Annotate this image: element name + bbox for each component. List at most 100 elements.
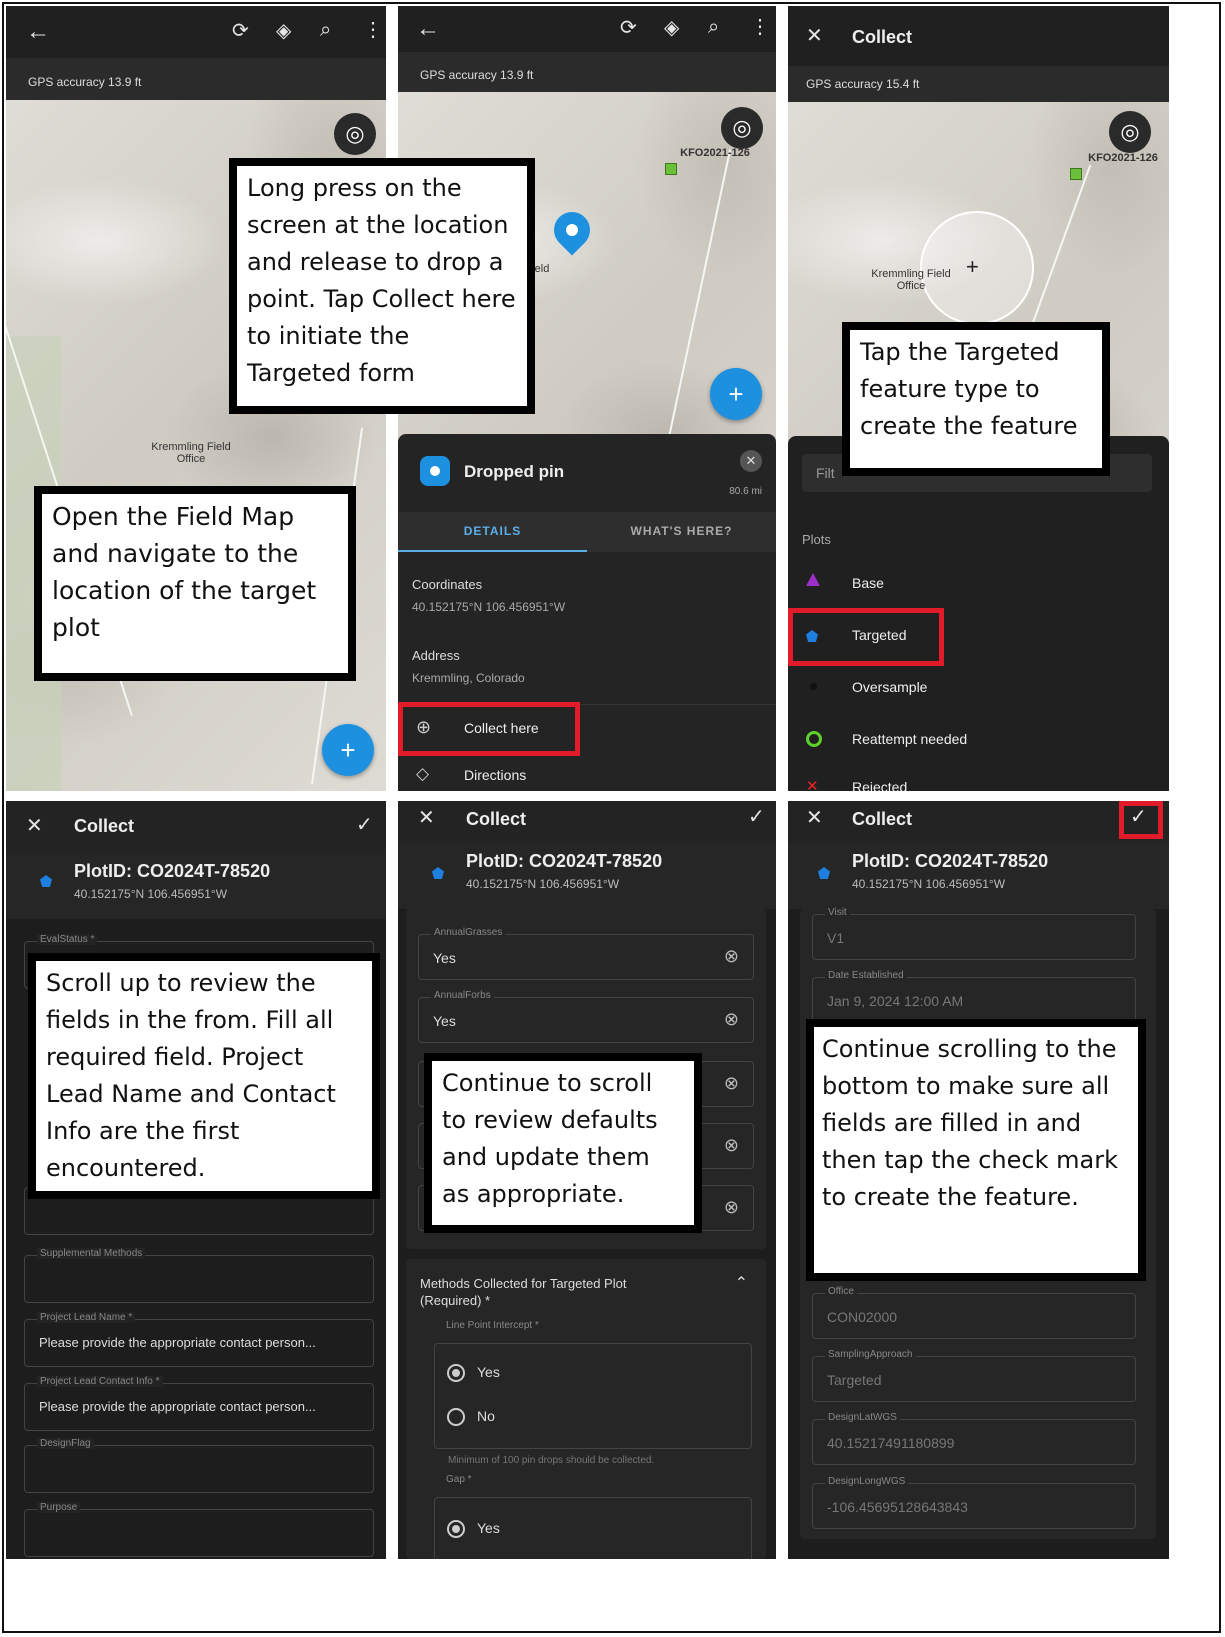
search-icon[interactable]: ⌕ — [708, 17, 719, 37]
field-date-established: Date Established Jan 9, 2024 12:00 AM — [812, 970, 1136, 1023]
top-app-bar: ✕ Collect ✓ — [788, 801, 1169, 837]
field-label: Date Established — [825, 970, 907, 981]
field-design-lat: DesignLatWGS 40.15217491180899 — [812, 1412, 1136, 1465]
gps-accuracy-text: GPS accuracy 15.4 ft — [806, 77, 920, 91]
plot-coordinates: 40.152175°N 106.456951°W — [466, 877, 620, 891]
highlight-check-mark — [1119, 801, 1163, 839]
radio-gap-yes[interactable]: Yes — [447, 1518, 647, 1542]
sync-icon[interactable]: ⟳ — [232, 21, 249, 41]
check-icon[interactable]: ✓ — [748, 807, 765, 827]
address-value: Kremmling, Colorado — [412, 671, 525, 685]
clear-icon[interactable]: ⊗ — [724, 946, 739, 967]
coordinates-label: Coordinates — [412, 577, 483, 592]
ring-icon — [806, 731, 822, 747]
field-label: AnnualGrasses — [431, 927, 506, 938]
more-options-icon[interactable]: ⋮ — [750, 17, 770, 37]
field-annual-forbs[interactable]: AnnualForbs Yes ⊗ — [418, 990, 754, 1043]
close-icon[interactable]: ✕ — [26, 816, 43, 836]
instruction-callout-dropped-pin: Long press on the screen at the location… — [229, 158, 535, 414]
type-item-oversample[interactable]: Oversample — [788, 668, 1169, 708]
map-label-office: Kremmling Field Office — [871, 268, 951, 292]
clear-icon[interactable]: ⊗ — [724, 1009, 739, 1030]
field-label: Visit — [825, 907, 850, 918]
chevron-up-icon[interactable]: ⌃ — [735, 1273, 748, 1293]
pentagon-icon — [40, 875, 52, 887]
pin-badge-icon — [420, 456, 450, 486]
locate-me-button[interactable]: ◎ — [1109, 111, 1151, 153]
field-value: V1 — [827, 930, 845, 946]
field-value: Jan 9, 2024 12:00 AM — [827, 993, 964, 1009]
directions-label: Directions — [464, 767, 527, 783]
field-purpose[interactable]: Purpose — [24, 1502, 374, 1557]
type-item-rejected[interactable]: ✕ Rejected — [788, 772, 1169, 791]
close-icon[interactable]: ✕ — [418, 808, 435, 828]
add-feature-button[interactable]: + — [322, 724, 374, 776]
plot-header: PlotID: CO2024T-78520 40.152175°N 106.45… — [6, 853, 386, 919]
instruction-callout: Continue scrolling to the bottom to make… — [806, 1019, 1146, 1281]
panel-form-bottom: ✕ Collect ✓ PlotID: CO2024T-78520 40.152… — [788, 801, 1169, 1559]
field-annual-grasses[interactable]: AnnualGrasses Yes ⊗ — [418, 927, 754, 980]
filter-placeholder: Filt — [816, 465, 835, 481]
field-design-long: DesignLongWGS -106.45695128643843 — [812, 1476, 1136, 1529]
x-mark-icon: ✕ — [806, 778, 819, 791]
gap-box: Gap * Yes — [434, 1474, 752, 1559]
directions-row[interactable]: ◇ Directions — [398, 752, 776, 791]
layers-icon[interactable]: ◈ — [276, 21, 291, 41]
field-value: Targeted — [827, 1372, 882, 1388]
close-icon[interactable]: ✕ — [740, 450, 762, 472]
locate-me-button[interactable]: ◎ — [334, 113, 376, 155]
radio-yes[interactable]: Yes — [447, 1362, 647, 1386]
tab-details[interactable]: DETAILS — [398, 512, 587, 552]
layers-icon[interactable]: ◈ — [664, 18, 679, 38]
clear-icon[interactable]: ⊗ — [724, 1073, 739, 1094]
crosshair-icon: + — [966, 254, 979, 279]
sync-icon[interactable]: ⟳ — [620, 18, 637, 38]
type-item-reattempt[interactable]: Reattempt needed — [788, 720, 1169, 760]
field-office: Office CON02000 — [812, 1286, 1136, 1339]
close-icon[interactable]: ✕ — [806, 808, 823, 828]
plot-id: PlotID: CO2024T-78520 — [852, 851, 1049, 871]
field-sampling-approach: SamplingApproach Targeted — [812, 1349, 1136, 1402]
type-label: Rejected — [852, 779, 908, 791]
top-app-bar: ← ⟳ ◈ ⌕ ⋮ — [6, 6, 386, 58]
panel-form-top: ✕ Collect ✓ PlotID: CO2024T-78520 40.152… — [6, 801, 386, 1559]
top-app-bar: ✕ Collect — [788, 6, 1169, 66]
search-icon[interactable]: ⌕ — [320, 20, 331, 40]
methods-group-header[interactable]: Methods Collected for Targeted Plot (Req… — [406, 1259, 766, 1319]
field-design-flag[interactable]: DesignFlag — [24, 1438, 374, 1493]
field-value: Please provide the appropriate contact p… — [39, 1335, 316, 1350]
back-arrow-icon[interactable]: ← — [26, 20, 50, 44]
field-project-lead-contact[interactable]: Project Lead Contact Info * Please provid… — [24, 1376, 374, 1431]
methods-group: Methods Collected for Targeted Plot (Req… — [406, 1259, 766, 1559]
radio-unselected-icon — [447, 1408, 465, 1426]
field-label: DesignLongWGS — [825, 1476, 909, 1487]
field-visit: Visit V1 — [812, 907, 1136, 960]
methods-group-title: Methods Collected for Targeted Plot (Req… — [420, 1276, 627, 1308]
check-icon[interactable]: ✓ — [356, 815, 373, 835]
more-options-icon[interactable]: ⋮ — [363, 20, 383, 40]
radio-no[interactable]: No — [447, 1406, 647, 1430]
field-value: 40.15217491180899 — [827, 1435, 955, 1451]
type-item-base[interactable]: Base — [788, 564, 1169, 604]
tab-whats-here[interactable]: WHAT'S HERE? — [587, 512, 776, 552]
locate-me-button[interactable]: ◎ — [721, 107, 763, 149]
field-label: EvalStatus * — [37, 934, 98, 945]
gps-accuracy-bar: GPS accuracy 15.4 ft — [788, 66, 1169, 102]
field-label: Project Lead Name * — [37, 1312, 136, 1323]
field-label: Supplemental Methods — [37, 1248, 146, 1259]
field-label: Office — [825, 1286, 857, 1297]
clear-icon[interactable]: ⊗ — [724, 1197, 739, 1218]
lpi-hint: Minimum of 100 pin drops should be colle… — [448, 1455, 655, 1466]
clear-icon[interactable]: ⊗ — [724, 1135, 739, 1156]
field-value: Yes — [433, 950, 456, 966]
plot-id: PlotID: CO2024T-78520 — [74, 861, 271, 881]
field-label: Gap * — [443, 1474, 475, 1485]
field-supplemental-methods[interactable]: Supplemental Methods — [24, 1248, 374, 1303]
radio-label: No — [477, 1408, 495, 1424]
back-arrow-icon[interactable]: ← — [416, 17, 440, 41]
highlight-targeted — [788, 608, 944, 666]
close-icon[interactable]: ✕ — [806, 26, 823, 46]
add-feature-button[interactable]: + — [710, 368, 762, 420]
top-app-bar: ← ⟳ ◈ ⌕ ⋮ — [398, 6, 776, 52]
field-project-lead-name[interactable]: Project Lead Name * Please provide the ap… — [24, 1312, 374, 1367]
